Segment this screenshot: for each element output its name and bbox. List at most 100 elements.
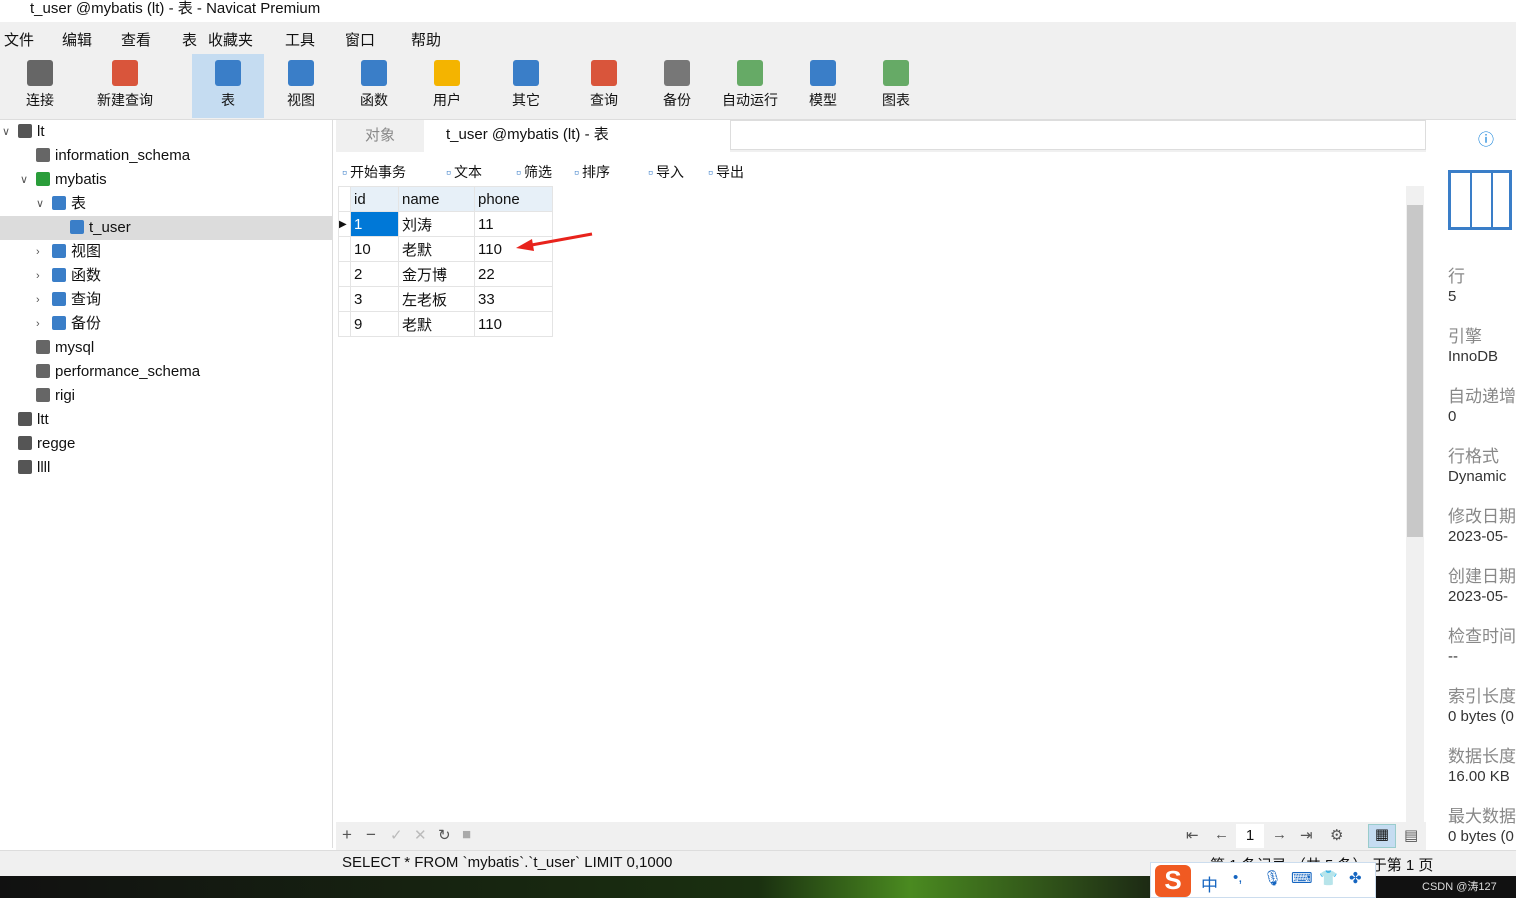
ime-mode[interactable]: 中 — [1201, 871, 1218, 896]
info-value: 0 — [1448, 408, 1457, 425]
column-header[interactable]: phone — [474, 186, 553, 212]
chevron-icon[interactable]: ∨ — [20, 168, 28, 192]
menu-item[interactable]: 帮助 — [411, 29, 441, 50]
keyboard-icon[interactable]: ⌨ — [1291, 869, 1313, 887]
apply-icon[interactable]: ✓ — [390, 826, 403, 844]
settings-icon[interactable]: ⚙ — [1330, 826, 1343, 844]
chevron-icon[interactable]: ∨ — [36, 192, 44, 216]
tree-item[interactable]: information_schema — [0, 144, 332, 168]
menu-item[interactable]: 收藏夹 — [208, 29, 253, 50]
title-bar: t_user @mybatis (lt) - 表 - Navicat Premi… — [0, 0, 1516, 22]
tree-item[interactable]: › 视图 — [0, 240, 332, 264]
chevron-icon[interactable]: › — [36, 312, 40, 336]
row-indicator[interactable] — [338, 311, 351, 337]
table-cell[interactable]: 左老板 — [398, 286, 475, 312]
info-icon[interactable]: ⓘ — [1478, 126, 1494, 150]
chevron-icon[interactable]: › — [36, 240, 40, 264]
subtoolbar-button[interactable]: ▫ 导入 — [648, 162, 684, 182]
tree-item[interactable]: ∨ lt — [0, 120, 332, 144]
chevron-icon[interactable]: › — [36, 288, 40, 312]
tree-item[interactable]: › 查询 — [0, 288, 332, 312]
refresh-icon[interactable]: ↻ — [438, 826, 451, 844]
row-indicator[interactable] — [338, 261, 351, 287]
table-cell[interactable]: 刘涛 — [398, 211, 475, 237]
subtoolbar-button[interactable]: ▫ 筛选 — [516, 162, 552, 182]
column-header[interactable]: name — [398, 186, 475, 212]
toolbar-button-2[interactable]: 表 — [192, 54, 264, 118]
tree-item[interactable]: › 函数 — [0, 264, 332, 288]
menu-item[interactable]: 工具 — [285, 29, 315, 50]
subtoolbar-button[interactable]: ▫ 文本 — [446, 162, 482, 182]
table-cell[interactable]: 1 — [350, 211, 399, 237]
subtoolbar-button[interactable]: ▫ 排序 — [574, 162, 610, 182]
table-cell[interactable]: 3 — [350, 286, 399, 312]
table-cell[interactable]: 老默 — [398, 236, 475, 262]
delete-record-icon[interactable]: − — [366, 825, 376, 845]
toolbar-button-0[interactable]: 连接 — [4, 54, 76, 118]
page-number-input[interactable]: 1 — [1236, 824, 1264, 848]
tree-item[interactable]: regge — [0, 432, 332, 456]
subtoolbar-button[interactable]: ▫ 导出 — [708, 162, 744, 182]
subtoolbar-button[interactable]: ▫ 开始事务 — [342, 162, 406, 182]
table-cell[interactable]: 22 — [474, 261, 553, 287]
table-cell[interactable]: 2 — [350, 261, 399, 287]
row-indicator[interactable] — [338, 236, 351, 262]
tree-item[interactable]: performance_schema — [0, 360, 332, 384]
tree-item[interactable]: llll — [0, 456, 332, 480]
table-cell[interactable]: 10 — [350, 236, 399, 262]
menu-item[interactable]: 查看 — [121, 29, 151, 50]
first-page-icon[interactable]: ⇤ — [1186, 826, 1199, 844]
tab-t-user[interactable]: t_user @mybatis (lt) - 表 — [424, 120, 730, 152]
table-row[interactable]: 2 金万博 22 — [338, 261, 553, 287]
tree-item[interactable]: ∨ mybatis — [0, 168, 332, 192]
table-cell[interactable]: 老默 — [398, 311, 475, 337]
tree-item[interactable]: t_user — [0, 216, 332, 240]
tree-item[interactable]: › 备份 — [0, 312, 332, 336]
column-header[interactable]: id — [350, 186, 399, 212]
tab-objects[interactable]: 对象 — [336, 120, 424, 152]
microphone-icon[interactable]: 🎙 — [1263, 869, 1282, 887]
menu-item[interactable]: 窗口 — [345, 29, 375, 50]
skin-icon[interactable]: 👕 — [1319, 869, 1338, 887]
form-view-icon[interactable]: ▤ — [1404, 826, 1418, 844]
toolbar-button-9[interactable]: 自动运行 — [714, 54, 786, 118]
tree-item[interactable]: ∨ 表 — [0, 192, 332, 216]
menu-item[interactable]: 表 — [182, 29, 197, 50]
stop-icon[interactable]: ■ — [462, 826, 471, 843]
toolbar-button-7[interactable]: 查询 — [568, 54, 640, 118]
punctuation-icon[interactable]: •, — [1233, 869, 1242, 886]
discard-icon[interactable]: ✕ — [414, 826, 427, 844]
row-indicator[interactable]: ▶ — [338, 211, 351, 237]
menu-item[interactable]: 文件 — [4, 29, 34, 50]
tree-item[interactable]: mysql — [0, 336, 332, 360]
last-page-icon[interactable]: ⇥ — [1300, 826, 1313, 844]
table-cell[interactable]: 金万博 — [398, 261, 475, 287]
table-cell[interactable]: 110 — [474, 311, 553, 337]
toolbar-button-4[interactable]: 函数 — [338, 54, 410, 118]
toolbar-button-1[interactable]: 新建查询 — [82, 54, 168, 118]
toolbar-button-11[interactable]: 图表 — [860, 54, 932, 118]
tree-item[interactable]: rigi — [0, 384, 332, 408]
connection-icon — [27, 60, 53, 86]
toolbar-button-5[interactable]: 用户 — [411, 54, 483, 118]
toolbar-button-3[interactable]: 视图 — [265, 54, 337, 118]
next-page-icon[interactable]: → — [1272, 826, 1287, 843]
add-record-icon[interactable]: + — [342, 825, 352, 845]
sogou-logo-icon[interactable]: S — [1155, 865, 1191, 897]
grid-view-icon[interactable]: ▦ — [1368, 824, 1396, 848]
table-row[interactable]: 9 老默 110 — [338, 311, 553, 337]
chevron-icon[interactable]: › — [36, 264, 40, 288]
menu-item[interactable]: 编辑 — [62, 29, 92, 50]
toolbar-button-8[interactable]: 备份 — [641, 54, 713, 118]
table-row[interactable]: 3 左老板 33 — [338, 286, 553, 312]
prev-page-icon[interactable]: ← — [1214, 826, 1229, 843]
table-cell[interactable]: 33 — [474, 286, 553, 312]
scrollbar-thumb[interactable] — [1407, 205, 1423, 537]
row-indicator[interactable] — [338, 286, 351, 312]
chevron-icon[interactable]: ∨ — [2, 120, 10, 144]
table-cell[interactable]: 9 — [350, 311, 399, 337]
toolbar-button-10[interactable]: 模型 — [787, 54, 859, 118]
toolbar-button-6[interactable]: 其它 — [490, 54, 562, 118]
tree-item[interactable]: ltt — [0, 408, 332, 432]
toolbox-icon[interactable]: ✤ — [1349, 869, 1362, 887]
